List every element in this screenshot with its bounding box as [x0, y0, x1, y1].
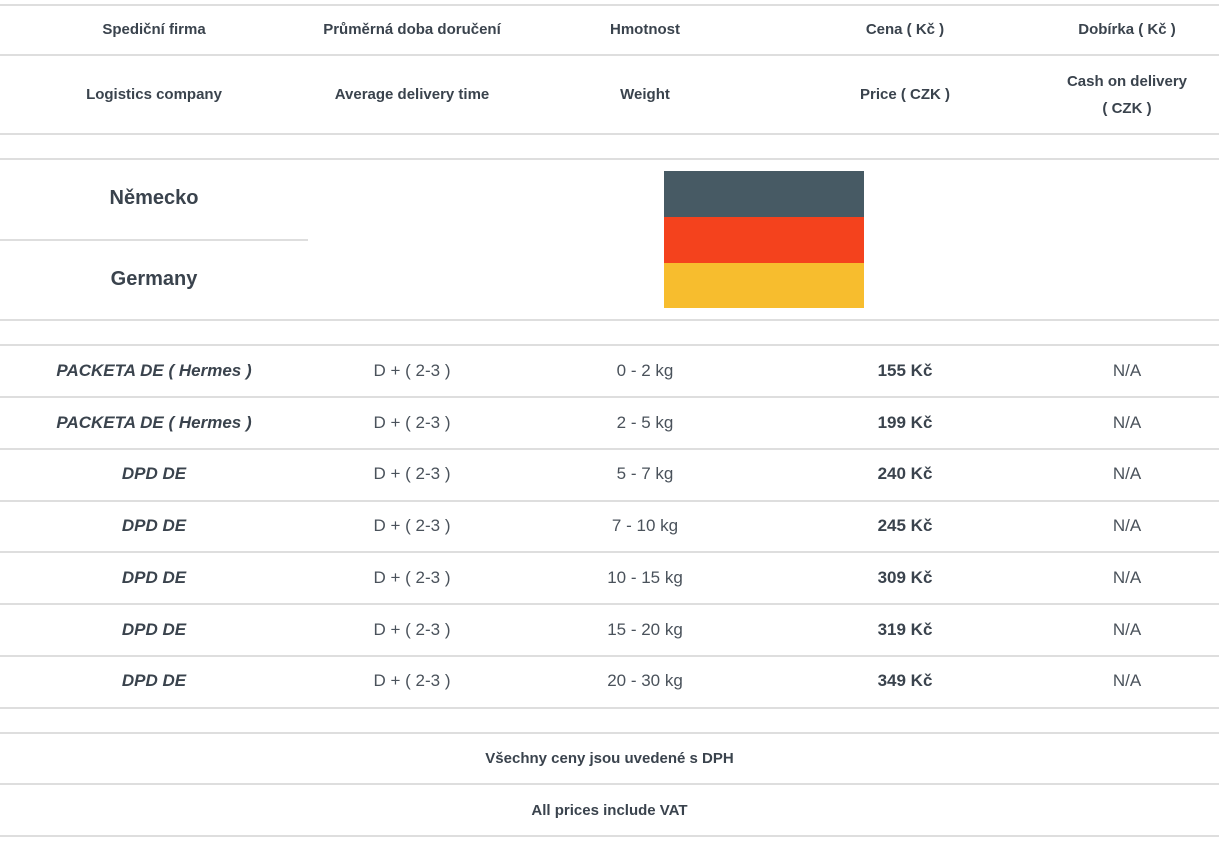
divider	[0, 655, 1219, 657]
price: 349 Kč	[877, 671, 933, 690]
divider	[0, 396, 1219, 398]
divider	[0, 500, 1219, 502]
weight-range: 20 - 30 kg	[607, 671, 683, 690]
carrier-name: DPD DE	[121, 568, 187, 587]
delivery-time: D + ( 2-3 )	[373, 620, 451, 639]
header-cod-en-line2: ( CZK )	[1102, 100, 1152, 117]
divider	[0, 732, 1219, 734]
price: 319 Kč	[877, 620, 933, 639]
header-weight-cz: Hmotnost	[610, 21, 680, 38]
divider	[0, 158, 1219, 160]
cod-value: N/A	[1112, 413, 1142, 432]
vat-note-en: All prices include VAT	[531, 802, 688, 819]
germany-flag-icon	[664, 171, 864, 308]
cod-value: N/A	[1112, 361, 1142, 380]
divider	[0, 603, 1219, 605]
header-weight-en: Weight	[620, 86, 670, 103]
header-time-cz: Průměrná doba doručení	[323, 21, 501, 38]
price: 240 Kč	[877, 464, 933, 483]
delivery-time: D + ( 2-3 )	[373, 413, 451, 432]
cod-value: N/A	[1112, 671, 1142, 690]
country-name-en: Germany	[110, 268, 198, 290]
delivery-time: D + ( 2-3 )	[373, 361, 451, 380]
divider	[0, 835, 1219, 837]
weight-range: 2 - 5 kg	[616, 413, 674, 432]
carrier-name: DPD DE	[121, 671, 187, 690]
cod-value: N/A	[1112, 464, 1142, 483]
header-price-en: Price ( CZK )	[859, 86, 950, 103]
header-price-cz: Cena ( Kč )	[865, 21, 945, 38]
country-name-cz: Německo	[109, 187, 199, 209]
weight-range: 0 - 2 kg	[616, 361, 674, 380]
carrier-name: DPD DE	[121, 620, 187, 639]
header-cod-en: Cash on delivery ( CZK )	[1036, 68, 1218, 122]
price: 245 Kč	[877, 516, 933, 535]
header-cod-cz: Dobírka ( Kč )	[1078, 21, 1176, 38]
weight-range: 15 - 20 kg	[607, 620, 683, 639]
carrier-name: DPD DE	[121, 516, 187, 535]
header-time-en: Average delivery time	[334, 86, 490, 103]
flag-stripe-gold	[664, 263, 864, 308]
carrier-name: PACKETA DE ( Hermes )	[56, 413, 252, 432]
price: 199 Kč	[877, 413, 933, 432]
cod-value: N/A	[1112, 568, 1142, 587]
price: 155 Kč	[877, 361, 933, 380]
carrier-name: PACKETA DE ( Hermes )	[56, 361, 252, 380]
carrier-name: DPD DE	[121, 464, 187, 483]
divider	[0, 239, 308, 241]
divider	[0, 319, 1219, 321]
divider	[0, 133, 1219, 135]
delivery-time: D + ( 2-3 )	[373, 671, 451, 690]
delivery-time: D + ( 2-3 )	[373, 568, 451, 587]
divider	[0, 783, 1219, 785]
vat-note-cz: Všechny ceny jsou uvedené s DPH	[485, 750, 734, 767]
flag-stripe-black	[664, 171, 864, 217]
weight-range: 7 - 10 kg	[611, 516, 679, 535]
header-company-en: Logistics company	[86, 86, 222, 103]
price: 309 Kč	[877, 568, 933, 587]
header-company-cz: Spediční firma	[102, 21, 206, 38]
header-cod-en-line1: Cash on delivery	[1066, 73, 1188, 90]
flag-stripe-red	[664, 217, 864, 263]
divider	[0, 54, 1219, 56]
delivery-time: D + ( 2-3 )	[373, 464, 451, 483]
cod-value: N/A	[1112, 620, 1142, 639]
divider	[0, 551, 1219, 553]
divider	[0, 344, 1219, 346]
divider	[0, 707, 1219, 709]
weight-range: 5 - 7 kg	[616, 464, 674, 483]
divider	[0, 4, 1219, 6]
divider	[0, 448, 1219, 450]
weight-range: 10 - 15 kg	[607, 568, 683, 587]
cod-value: N/A	[1112, 516, 1142, 535]
delivery-time: D + ( 2-3 )	[373, 516, 451, 535]
